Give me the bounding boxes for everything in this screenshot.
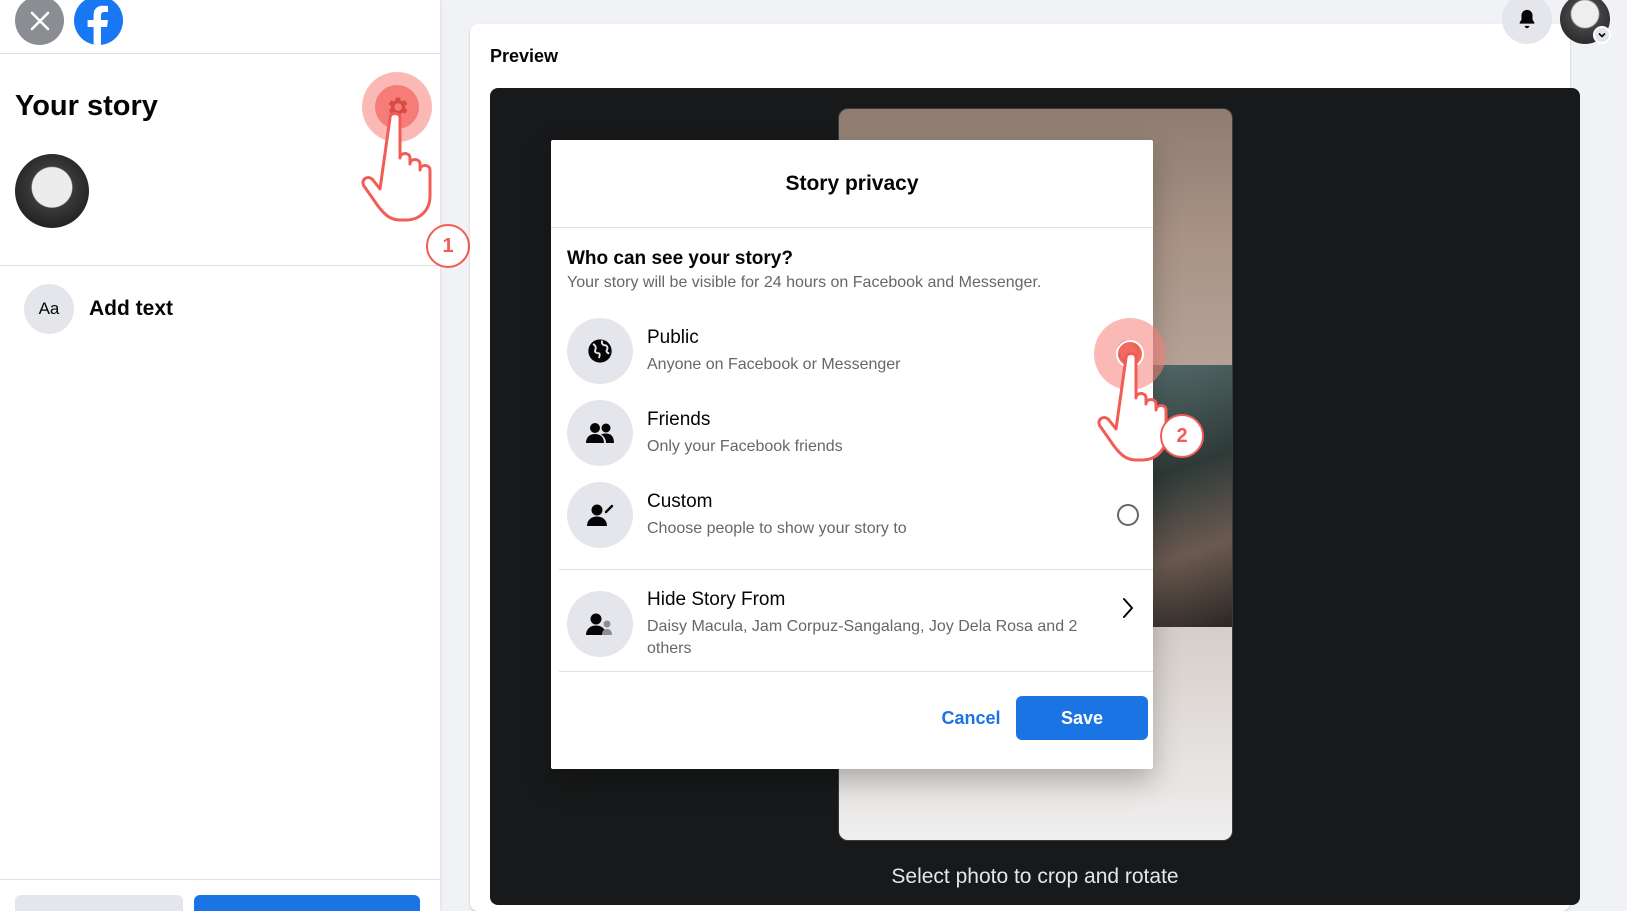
options-divider (559, 569, 1153, 570)
option-title: Friends (647, 408, 711, 430)
avatar (15, 154, 89, 228)
option-title: Public (647, 326, 699, 348)
option-title: Hide Story From (647, 588, 786, 610)
chevron-down-icon (1598, 32, 1606, 38)
audience-question: Who can see your story? (567, 248, 793, 269)
option-friends[interactable]: Friends Only your Facebook friends (567, 398, 1145, 468)
text-aa-icon: Aa (24, 284, 74, 334)
bell-icon (1519, 9, 1535, 29)
page-title: Your story (15, 90, 158, 122)
hide-story-from-text: Hide Story From Daisy Macula, Jam Corpuz… (647, 589, 1087, 660)
add-text-label: Add text (89, 297, 173, 320)
sidebar-footer (0, 879, 440, 911)
preview-label: Preview (490, 46, 559, 66)
account-menu-button[interactable] (1593, 26, 1611, 44)
option-description: Choose people to show your story to (647, 519, 907, 537)
facebook-logo-icon (87, 5, 108, 45)
story-privacy-dialog: Story privacy Who can see your story? Yo… (551, 140, 1153, 769)
option-description: Only your Facebook friends (647, 437, 843, 455)
radio-custom[interactable] (1117, 504, 1139, 526)
option-title: Custom (647, 490, 713, 512)
sidebar-top-bar (0, 0, 440, 54)
dialog-title: Story privacy (785, 171, 919, 195)
add-text-button[interactable]: Aa Add text (24, 284, 173, 334)
footer-divider (559, 671, 1153, 672)
story-sidebar: Your story 1 Aa Add text (0, 0, 470, 911)
chevron-right-icon (1123, 598, 1134, 618)
tutorial-step-badge-2: 2 (1160, 414, 1204, 458)
option-custom[interactable]: Custom Choose people to show your story … (567, 480, 1145, 550)
tutorial-step-badge-1: 1 (426, 224, 470, 268)
option-public[interactable]: Public Anyone on Facebook or Messenger (567, 316, 1145, 386)
option-friends-text: Friends Only your Facebook friends (647, 409, 843, 458)
audience-subtitle: Your story will be visible for 24 hours … (567, 274, 1042, 291)
option-description: Daisy Macula, Jam Corpuz-Sangalang, Joy … (647, 617, 1078, 657)
share-button[interactable] (194, 895, 420, 911)
dialog-header: Story privacy (551, 140, 1153, 228)
hide-people-icon (567, 591, 633, 657)
facebook-logo[interactable] (74, 0, 123, 45)
pointing-hand-icon (361, 112, 432, 222)
option-custom-text: Custom Choose people to show your story … (647, 491, 907, 540)
close-button[interactable] (15, 0, 64, 45)
globe-icon (567, 318, 633, 384)
crop-hint-text: Select photo to crop and rotate (891, 865, 1179, 888)
option-public-text: Public Anyone on Facebook or Messenger (647, 327, 900, 376)
custom-people-icon (567, 482, 633, 548)
discard-button[interactable] (15, 895, 183, 911)
cancel-button[interactable]: Cancel (921, 696, 1021, 740)
friends-icon (567, 400, 633, 466)
hide-story-from-row[interactable]: Hide Story From Daisy Macula, Jam Corpuz… (567, 576, 1145, 672)
option-description: Anyone on Facebook or Messenger (647, 355, 901, 373)
close-icon (30, 11, 49, 30)
your-story-section: Your story 1 (0, 54, 470, 268)
save-button[interactable]: Save (1016, 696, 1148, 740)
